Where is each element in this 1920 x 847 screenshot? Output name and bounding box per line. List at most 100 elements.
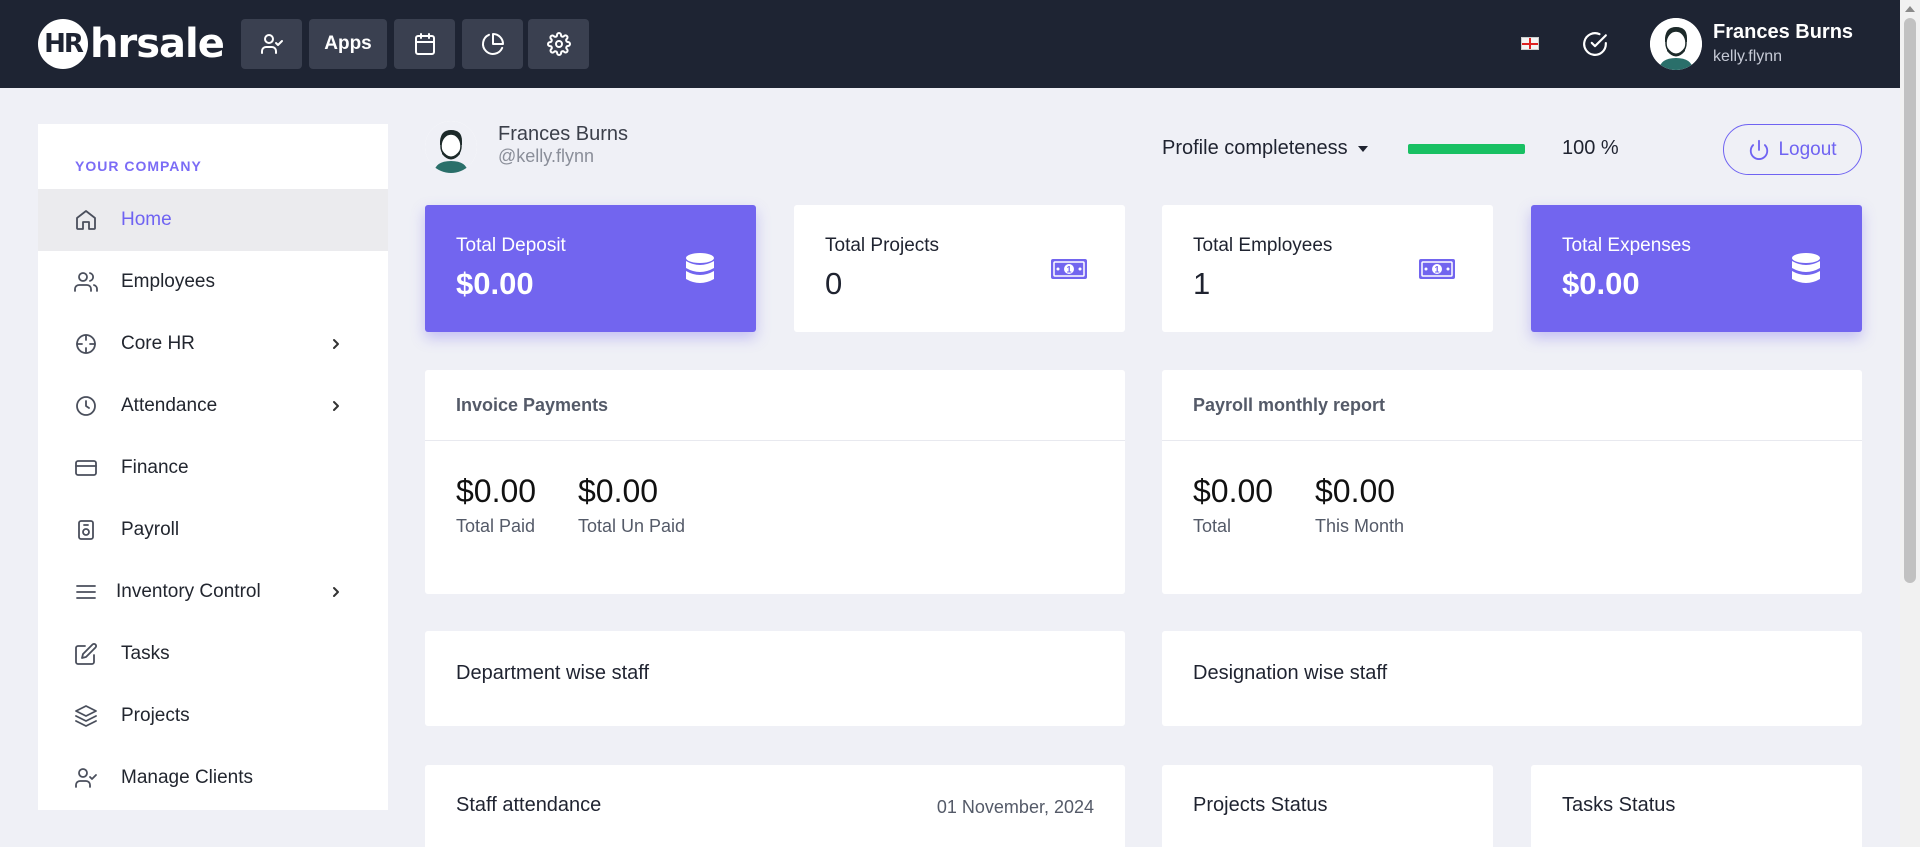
sidebar-item-projects[interactable]: Projects [38, 685, 388, 747]
sidebar-item-employees[interactable]: Employees [38, 251, 388, 313]
payroll-report-card: Payroll monthly report $0.00 Total $0.00… [1162, 370, 1862, 594]
power-icon [1750, 139, 1769, 160]
logout-button[interactable]: Logout [1723, 124, 1862, 175]
sidebar-item-tasks[interactable]: Tasks [38, 623, 388, 685]
top-user-name[interactable]: Frances Burns [1713, 21, 1853, 44]
clock-icon [76, 396, 96, 416]
stat-title: Total Projects [825, 235, 940, 256]
card-title: Designation wise staff [1193, 662, 1388, 684]
card-title: Department wise staff [456, 662, 650, 684]
card-title: Staff attendance [456, 794, 602, 816]
user-avatar[interactable] [1650, 18, 1702, 70]
top-navbar: HR hrsale Apps Frances Burns kelly.flynn [0, 0, 1900, 88]
sidebar-item-label: Attendance [121, 395, 218, 416]
stat-card-total-expenses[interactable]: Total Expenses $0.00 [1531, 205, 1862, 332]
sidebar-item-label: Projects [121, 705, 190, 726]
user-check-icon [75, 768, 97, 788]
total-unpaid-value: $0.00 [578, 473, 659, 509]
sidebar-item-payroll[interactable]: Payroll [38, 499, 388, 561]
chevron-right-icon [333, 401, 339, 411]
profile-completeness-label: Profile completeness [1162, 137, 1348, 159]
sidebar-item-attendance[interactable]: Attendance [38, 375, 388, 437]
card-title: Payroll monthly report [1193, 395, 1386, 415]
staff-attendance-card: Staff attendance 01 November, 2024 [425, 765, 1125, 847]
attendance-date: 01 November, 2024 [936, 797, 1094, 817]
payroll-month-label: This Month [1315, 516, 1405, 536]
department-staff-card: Department wise staff [425, 631, 1125, 726]
logout-label: Logout [1778, 138, 1837, 160]
total-unpaid-label: Total Un Paid [578, 516, 686, 536]
top-user-handle: kelly.flynn [1713, 48, 1783, 65]
sidebar-item-manage-clients[interactable]: Manage Clients [38, 747, 388, 809]
sidebar: YOUR COMPANY Home Employees Core HR Atte… [38, 124, 388, 810]
sidebar-item-inventory-control[interactable]: Inventory Control [38, 561, 388, 623]
menu-lines-icon [76, 585, 96, 599]
sidebar-item-core-hr[interactable]: Core HR [38, 313, 388, 375]
gear-icon [546, 32, 571, 56]
stat-title: Total Expenses [1562, 235, 1691, 256]
pie-chart-icon [481, 33, 504, 55]
designation-staff-card: Designation wise staff [1162, 631, 1862, 726]
sidebar-section-title: YOUR COMPANY [75, 158, 202, 174]
card-header: Payroll monthly report [1162, 370, 1862, 441]
payroll-month-value: $0.00 [1315, 473, 1396, 509]
logo[interactable]: HR hrsale [38, 19, 225, 69]
logo-mark: HR [38, 19, 88, 69]
credit-card-icon [75, 460, 97, 476]
stat-value: $0.00 [1562, 266, 1640, 301]
sidebar-item-label: Manage Clients [121, 767, 254, 788]
calendar-button[interactable] [394, 19, 455, 69]
svg-text:1: 1 [1434, 265, 1439, 275]
chevron-right-icon [333, 339, 339, 349]
sidebar-item-label: Tasks [121, 643, 170, 664]
users-icon [74, 272, 98, 292]
crosshair-icon [76, 334, 96, 354]
sidebar-item-home[interactable]: Home [38, 189, 388, 251]
sidebar-item-label: Employees [121, 271, 215, 292]
profile-name: Frances Burns [498, 123, 629, 145]
calendar-icon [414, 33, 435, 55]
profile-progress-bar [1408, 144, 1525, 154]
stat-value: 0 [825, 266, 843, 301]
profile-completeness-dropdown[interactable]: Profile completeness [1162, 137, 1368, 160]
caret-down-icon [1357, 145, 1368, 152]
database-icon [1792, 253, 1820, 283]
stat-value: 1 [1193, 266, 1211, 301]
language-flag-icon[interactable] [1521, 37, 1539, 50]
stat-title: Total Deposit [456, 235, 566, 256]
scroll-up-arrow-icon[interactable] [1905, 6, 1915, 12]
sidebar-item-label: Payroll [121, 519, 180, 540]
stat-card-total-employees[interactable]: Total Employees 1 1 [1162, 205, 1493, 332]
profile-progress-text: 100 % [1562, 137, 1619, 159]
card-title: Projects Status [1193, 794, 1328, 816]
card-title: Tasks Status [1562, 794, 1676, 816]
invoice-payments-card: Invoice Payments $0.00 Total Paid $0.00 … [425, 370, 1125, 594]
edit-icon [75, 643, 97, 665]
page-scrollbar[interactable] [1900, 0, 1920, 847]
apps-button[interactable]: Apps [309, 19, 387, 69]
stat-card-total-projects[interactable]: Total Projects 0 1 [794, 205, 1125, 332]
employees-shortcut-button[interactable] [241, 19, 302, 69]
money-icon: 1 [1419, 259, 1455, 279]
scrollbar-thumb[interactable] [1904, 18, 1916, 583]
settings-button[interactable] [528, 19, 589, 69]
home-icon [76, 210, 96, 230]
sidebar-item-label: Core HR [121, 333, 195, 354]
payroll-total-label: Total [1193, 516, 1232, 536]
stat-value: $0.00 [456, 266, 534, 301]
card-title: Invoice Payments [456, 395, 609, 415]
profile-handle: @kelly.flynn [498, 146, 594, 166]
profile-avatar[interactable] [425, 121, 477, 173]
reports-button[interactable] [462, 19, 523, 69]
sidebar-item-label: Finance [121, 457, 189, 478]
chevron-right-icon [333, 587, 339, 597]
sidebar-item-finance[interactable]: Finance [38, 437, 388, 499]
card-header: Invoice Payments [425, 370, 1125, 441]
check-circle-icon[interactable] [1582, 31, 1608, 57]
money-icon: 1 [1051, 259, 1087, 279]
layers-icon [75, 705, 97, 727]
sidebar-item-label: Inventory Control [116, 581, 261, 602]
database-icon [686, 253, 714, 283]
user-check-icon [260, 34, 283, 54]
stat-card-total-deposit[interactable]: Total Deposit $0.00 [425, 205, 756, 332]
